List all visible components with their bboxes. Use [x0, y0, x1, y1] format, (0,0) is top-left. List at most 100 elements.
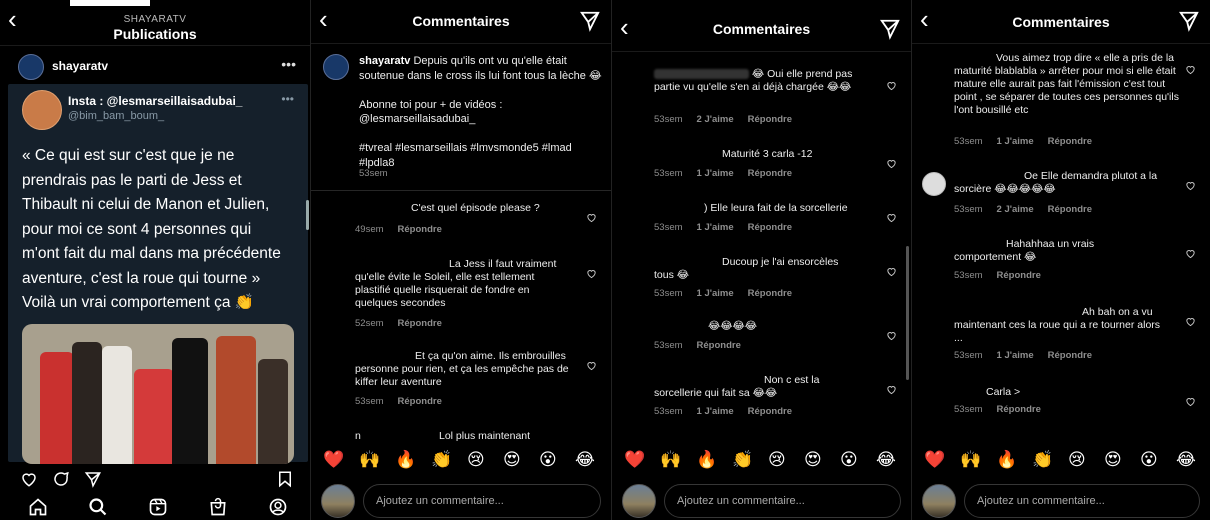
emoji-laughing[interactable]: 😂	[1176, 450, 1196, 470]
comment-item: ) Elle leura fait de la sorcellerie 53se…	[612, 202, 911, 242]
emoji-fire[interactable]: 🔥	[996, 450, 1017, 470]
caption-hashtags[interactable]: #tvreal #lesmarseillais #lmvsmonde5 #lma…	[359, 142, 572, 169]
like-heart-icon[interactable]	[1185, 396, 1196, 407]
comment-composer: Ajoutez un commentaire...	[912, 480, 1210, 520]
emoji-clap[interactable]: 👏	[431, 450, 452, 470]
reply-button[interactable]: Répondre	[1048, 204, 1092, 215]
reels-icon[interactable]	[148, 497, 168, 517]
more-options-icon[interactable]: •••	[281, 56, 296, 72]
like-heart-icon[interactable]	[886, 212, 897, 223]
like-heart-icon[interactable]	[586, 212, 597, 223]
like-heart-icon[interactable]	[1185, 64, 1196, 75]
emoji-heart[interactable]: ❤️	[624, 450, 645, 470]
reply-button[interactable]: Répondre	[748, 222, 792, 233]
send-icon[interactable]	[579, 10, 601, 32]
reply-button[interactable]: Répondre	[1048, 136, 1092, 147]
emoji-heart-eyes[interactable]: 😍	[1104, 450, 1122, 470]
comment-meta: 52sem Répondre	[355, 318, 442, 329]
like-heart-icon[interactable]	[1185, 180, 1196, 191]
reply-button[interactable]: Répondre	[748, 406, 792, 417]
tweet-card[interactable]: Insta : @lesmarseillaisadubai_ @bim_bam_…	[8, 84, 309, 464]
emoji-laughing[interactable]: 😂	[876, 450, 896, 470]
reply-button[interactable]: Répondre	[398, 396, 442, 407]
emoji-crying[interactable]: 😢	[768, 450, 786, 470]
scrollbar[interactable]	[906, 246, 909, 380]
like-heart-icon[interactable]	[886, 80, 897, 91]
share-icon[interactable]	[84, 470, 102, 488]
reply-button[interactable]: Répondre	[748, 288, 792, 299]
emoji-heart[interactable]: ❤️	[323, 450, 344, 470]
emoji-raised-hands[interactable]: 🙌	[960, 450, 981, 470]
emoji-heart-eyes[interactable]: 😍	[503, 450, 521, 470]
like-heart-icon[interactable]	[886, 384, 897, 395]
comment-item: Maturité 3 carla -12 53sem 1 J'aime Répond…	[612, 148, 911, 188]
reply-button[interactable]: Répondre	[997, 270, 1041, 281]
avatar[interactable]	[323, 54, 349, 80]
comment-meta: 53sem Répondre	[355, 396, 442, 407]
home-icon[interactable]	[28, 497, 48, 517]
reply-button[interactable]: Répondre	[1048, 350, 1092, 361]
comment-text: Et ça qu'on aime. Ils embrouilles person…	[355, 350, 569, 388]
like-heart-icon[interactable]	[886, 330, 897, 341]
tweet-text: « Ce qui est sur c'est que je ne prendra…	[22, 147, 281, 311]
comments-panel-2: ‹ Commentaires 😂 Oui elle prend pas part…	[611, 0, 911, 520]
like-count[interactable]: 1 J'aime	[997, 136, 1034, 147]
shop-icon[interactable]	[208, 497, 228, 517]
comment-time: 53sem	[654, 168, 683, 179]
avatar[interactable]	[922, 172, 946, 196]
like-count[interactable]: 1 J'aime	[697, 222, 734, 233]
emoji-raised-hands[interactable]: 🙌	[660, 450, 681, 470]
comment-text: Ducoup je l'ai ensorcèles tous 😂	[654, 256, 839, 281]
comment-input[interactable]: Ajoutez un commentaire...	[964, 484, 1200, 518]
emoji-surprised[interactable]: 😮	[1140, 450, 1158, 470]
like-heart-icon[interactable]	[886, 266, 897, 277]
caption-author[interactable]: shayaratv	[359, 55, 410, 67]
reply-button[interactable]: Répondre	[748, 168, 792, 179]
heart-icon[interactable]	[20, 470, 38, 488]
reply-button[interactable]: Répondre	[398, 318, 442, 329]
reply-button[interactable]: Répondre	[398, 224, 442, 235]
tweet-avatar	[22, 90, 62, 130]
reply-button[interactable]: Répondre	[697, 340, 741, 351]
send-icon[interactable]	[1178, 10, 1200, 32]
emoji-heart-eyes[interactable]: 😍	[804, 450, 822, 470]
like-count[interactable]: 1 J'aime	[697, 288, 734, 299]
like-heart-icon[interactable]	[586, 360, 597, 371]
reply-button[interactable]: Répondre	[748, 114, 792, 125]
comment-input[interactable]: Ajoutez un commentaire...	[664, 484, 901, 518]
comment-item: Et ça qu'on aime. Ils embrouilles person…	[311, 350, 611, 410]
post-author[interactable]: shayaratv	[52, 59, 108, 73]
comment-text: Maturité 3 carla -12	[722, 148, 813, 160]
like-heart-icon[interactable]	[886, 158, 897, 169]
like-heart-icon[interactable]	[1185, 248, 1196, 259]
comment-text: C'est quel épisode please ?	[411, 202, 540, 214]
like-heart-icon[interactable]	[1185, 316, 1196, 327]
like-count[interactable]: 1 J'aime	[997, 350, 1034, 361]
profile-icon[interactable]	[268, 497, 288, 517]
emoji-raised-hands[interactable]: 🙌	[359, 450, 380, 470]
like-count[interactable]: 2 J'aime	[997, 204, 1034, 215]
emoji-crying[interactable]: 😢	[467, 450, 485, 470]
bookmark-icon[interactable]	[276, 470, 294, 488]
emoji-laughing[interactable]: 😂	[575, 450, 595, 470]
like-count[interactable]: 1 J'aime	[697, 406, 734, 417]
comment-text: ) Elle leura fait de la sorcellerie	[704, 202, 848, 214]
emoji-clap[interactable]: 👏	[1032, 450, 1053, 470]
emoji-surprised[interactable]: 😮	[539, 450, 557, 470]
comment-input[interactable]: Ajoutez un commentaire...	[363, 484, 601, 518]
like-heart-icon[interactable]	[586, 268, 597, 279]
emoji-clap[interactable]: 👏	[732, 450, 753, 470]
emoji-fire[interactable]: 🔥	[696, 450, 717, 470]
search-icon[interactable]	[88, 497, 108, 517]
emoji-crying[interactable]: 😢	[1068, 450, 1086, 470]
comment-icon[interactable]	[52, 470, 70, 488]
emoji-heart[interactable]: ❤️	[924, 450, 945, 470]
reply-button[interactable]: Répondre	[997, 404, 1041, 415]
emoji-surprised[interactable]: 😮	[840, 450, 858, 470]
avatar[interactable]	[18, 54, 44, 80]
like-count[interactable]: 2 J'aime	[697, 114, 734, 125]
emoji-fire[interactable]: 🔥	[395, 450, 416, 470]
tweet-photo	[22, 324, 294, 464]
like-count[interactable]: 1 J'aime	[697, 168, 734, 179]
send-icon[interactable]	[879, 18, 901, 40]
